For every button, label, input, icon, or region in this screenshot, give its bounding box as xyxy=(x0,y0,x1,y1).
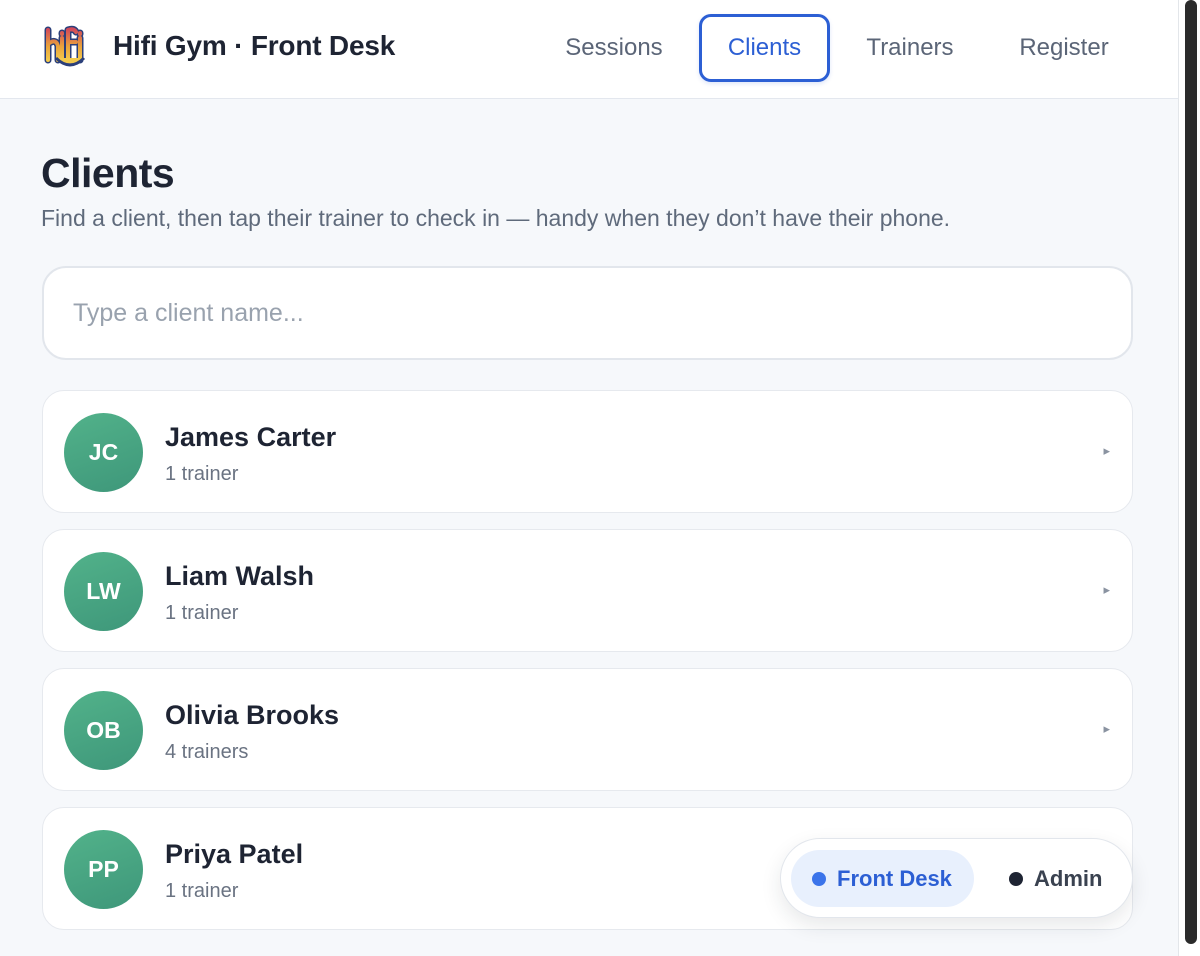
dot-icon xyxy=(1009,871,1023,886)
role-option-label: Front Desk xyxy=(837,865,952,891)
client-name: Priya Patel xyxy=(165,839,304,869)
client-trainer-count: 1 trainer xyxy=(165,602,239,624)
avatar: LW xyxy=(64,552,143,631)
role-option-label: Admin xyxy=(1034,865,1103,891)
avatar: OB xyxy=(64,691,143,770)
chevron-right-icon: ▸ xyxy=(1103,443,1110,458)
scrollbar-thumb[interactable] xyxy=(1185,0,1197,944)
role-option-front-desk[interactable]: Front Desk xyxy=(791,850,974,907)
client-search-input[interactable] xyxy=(42,266,1133,360)
client-trainer-count: 1 trainer xyxy=(165,880,239,902)
active-dot-icon xyxy=(812,871,826,886)
client-row-olivia-brooks[interactable]: OB Olivia Brooks 4 trainers ▸ xyxy=(42,668,1133,791)
app-window: Hifi Gym · Front Desk Sessions Clients T… xyxy=(0,0,1178,956)
hifi-gym-logo xyxy=(44,25,96,67)
chevron-right-icon: ▸ xyxy=(1103,582,1110,597)
nav-tab-clients[interactable]: Clients xyxy=(699,14,830,82)
client-row-liam-walsh[interactable]: LW Liam Walsh 1 trainer ▸ xyxy=(42,529,1133,652)
page-title: Clients xyxy=(41,150,175,196)
client-name: Olivia Brooks xyxy=(165,700,340,730)
avatar: PP xyxy=(64,830,143,909)
role-switch: Front Desk Admin xyxy=(780,838,1133,918)
role-option-admin[interactable]: Admin xyxy=(993,850,1122,907)
chevron-right-icon: ▸ xyxy=(1103,721,1110,736)
client-row-james-carter[interactable]: JC James Carter 1 trainer ▸ xyxy=(42,390,1133,513)
avatar: JC xyxy=(64,413,143,492)
client-name: James Carter xyxy=(165,422,337,452)
nav-tab-register[interactable]: Register xyxy=(995,14,1133,82)
client-trainer-count: 1 trainer xyxy=(165,463,239,485)
nav-tab-trainers[interactable]: Trainers xyxy=(844,14,976,82)
top-header: Hifi Gym · Front Desk Sessions Clients T… xyxy=(0,0,1178,99)
client-name: Liam Walsh xyxy=(165,561,315,591)
brand-title: Hifi Gym · Front Desk xyxy=(113,30,396,61)
page-subtitle: Find a client, then tap their trainer to… xyxy=(41,205,951,231)
nav-tab-sessions[interactable]: Sessions xyxy=(544,14,684,82)
client-trainer-count: 4 trainers xyxy=(165,741,249,763)
